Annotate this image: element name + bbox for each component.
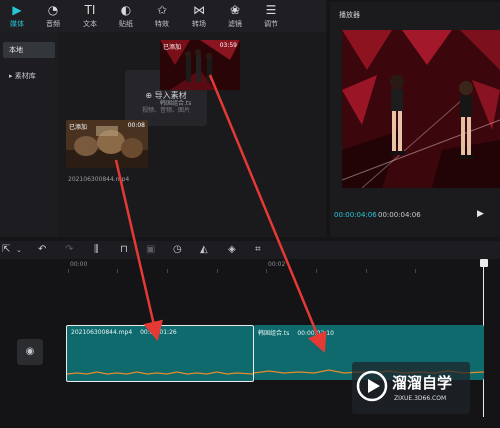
watermark-logo: [356, 370, 388, 402]
watermark-title: 溜溜自学: [392, 374, 453, 392]
arrow-mp4-to-timeline: [114, 159, 163, 342]
watermark: 溜溜自学 ZIXUE.3D66.COM: [352, 362, 470, 414]
arrow-ts-to-timeline: [208, 74, 327, 353]
watermark-url: ZIXUE.3D66.COM: [394, 395, 447, 402]
